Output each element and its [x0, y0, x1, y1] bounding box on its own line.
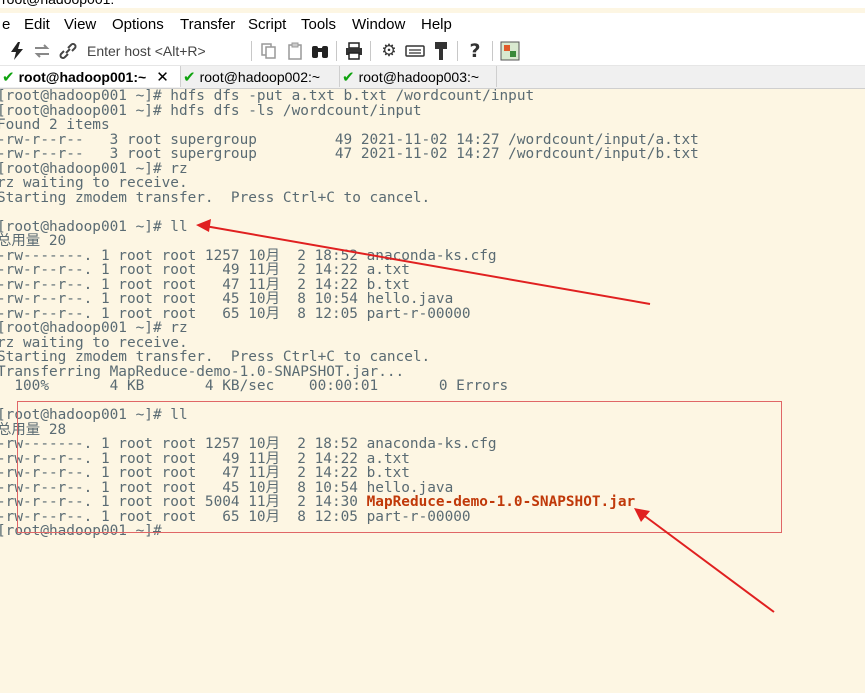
menu-edit[interactable]: Edit: [24, 16, 50, 33]
host-input[interactable]: [87, 41, 247, 61]
terminal-line: [root@hadoop001 ~]# rz: [0, 160, 188, 177]
annotation-highlight-box: [17, 401, 782, 533]
print-icon[interactable]: [343, 40, 365, 62]
terminal-line: -rw-r--r-- 3 root supergroup 47 2021-11-…: [0, 146, 699, 162]
terminal-line: -rw-------. 1 root root 1257 10月 2 18:52…: [0, 247, 497, 264]
terminal-line: rz waiting to receive.: [0, 334, 188, 351]
tab-label: root@hadoop002:~: [199, 68, 321, 85]
connected-check-icon: ✔: [183, 67, 196, 86]
terminal-output[interactable]: [root@hadoop001 ~]# hdfs dfs -put a.txt …: [0, 89, 865, 693]
toolbar-divider: [492, 41, 493, 61]
terminal-line: [root@hadoop001 ~]# hdfs dfs -ls /wordco…: [0, 102, 422, 119]
menu-script[interactable]: Script: [248, 16, 286, 33]
terminal-line: 100% 4 KB 4 KB/sec 00:00:01 0 Errors: [0, 378, 509, 394]
close-icon[interactable]: ✕: [156, 68, 169, 86]
tab-label: root@hadoop003:~: [358, 68, 480, 85]
session-tab-bar: ✔ root@hadoop001:~ ✕ ✔ root@hadoop002:~ …: [0, 66, 865, 89]
menu-window[interactable]: Window: [352, 16, 405, 33]
tab-hadoop002[interactable]: ✔ root@hadoop002:~: [181, 66, 340, 87]
terminal-line: Found 2 items: [0, 117, 110, 133]
terminal-line: 总用量 20: [0, 233, 67, 249]
copy-icon[interactable]: [258, 40, 280, 62]
menu-options[interactable]: Options: [112, 16, 164, 33]
window-title-bar: root@hadoop001:: [0, 0, 865, 8]
terminal-line: Transferring MapReduce-demo-1.0-SNAPSHOT…: [0, 363, 405, 380]
tab-hadoop001[interactable]: ✔ root@hadoop001:~ ✕: [0, 66, 181, 87]
toolbar: ⚙ ?: [0, 37, 865, 66]
toolbar-divider: [251, 41, 252, 61]
tab-label: root@hadoop001:~: [18, 68, 147, 85]
terminal-line: -rw-r--r--. 1 root root 49 11月 2 14:22 a…: [0, 262, 410, 278]
help-icon[interactable]: ?: [464, 40, 486, 62]
connected-check-icon: ✔: [342, 67, 355, 86]
screen-icon[interactable]: [499, 40, 521, 62]
terminal-line: -rw-r--r--. 1 root root 47 11月 2 14:22 b…: [0, 276, 410, 293]
connected-check-icon: ✔: [2, 67, 15, 86]
tab-hadoop003[interactable]: ✔ root@hadoop003:~: [340, 66, 497, 87]
terminal-line: [root@hadoop001 ~]# hdfs dfs -put a.txt …: [0, 89, 535, 104]
terminal-line: -rw-r--r-- 3 root supergroup 49 2021-11-…: [0, 131, 699, 148]
terminal-line: -rw-r--r--. 1 root root 65 10月 8 12:05 p…: [0, 305, 471, 322]
keymap-icon[interactable]: [404, 40, 426, 62]
menu-view[interactable]: View: [64, 16, 96, 33]
terminal-line: [root@hadoop001 ~]# ll: [0, 218, 188, 235]
toolbar-divider: [370, 41, 371, 61]
toolbar-divider: [457, 41, 458, 61]
menu-transfer[interactable]: Transfer: [180, 16, 235, 33]
paste-icon[interactable]: [284, 40, 306, 62]
toolbar-divider: [336, 41, 337, 61]
lightning-icon[interactable]: [6, 40, 28, 62]
menu-tools[interactable]: Tools: [301, 16, 336, 33]
terminal-line: -rw-r--r--. 1 root root 45 10月 8 10:54 h…: [0, 291, 454, 307]
link-icon[interactable]: [57, 40, 79, 62]
terminal-line: rz waiting to receive.: [0, 175, 188, 191]
sftp-icon[interactable]: [430, 40, 452, 62]
menu-file[interactable]: e: [2, 16, 10, 33]
terminal-line: [root@hadoop001 ~]# rz: [0, 320, 188, 336]
menu-bar: e Edit View Options Transfer Script Tool…: [0, 13, 865, 37]
menu-help[interactable]: Help: [421, 16, 452, 33]
settings-icon[interactable]: ⚙: [378, 40, 400, 62]
find-icon[interactable]: [309, 40, 331, 62]
terminal-line: Starting zmodem transfer. Press Ctrl+C t…: [0, 189, 431, 206]
window-title: root@hadoop001:: [2, 0, 114, 8]
terminal-line: Starting zmodem transfer. Press Ctrl+C t…: [0, 349, 431, 365]
reconnect-icon[interactable]: [31, 40, 53, 62]
